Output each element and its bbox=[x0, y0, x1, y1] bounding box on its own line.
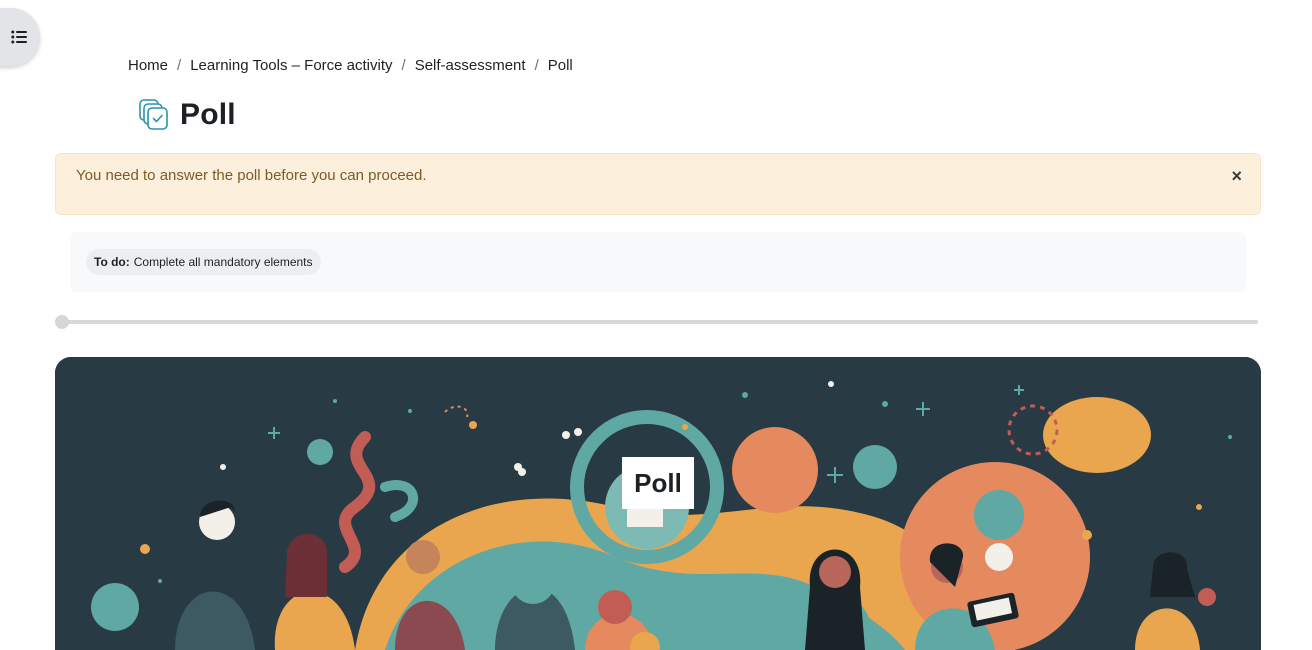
completion-text: Complete all mandatory elements bbox=[133, 255, 313, 269]
warning-alert: You need to answer the poll before you c… bbox=[55, 153, 1261, 215]
breadcrumb-separator: / bbox=[177, 56, 182, 74]
close-icon[interactable]: × bbox=[1231, 167, 1242, 185]
page-header: Poll bbox=[138, 96, 236, 134]
hero-banner: Poll bbox=[55, 357, 1261, 650]
completion-label: To do: bbox=[94, 255, 130, 269]
page-title: Poll bbox=[180, 98, 236, 131]
breadcrumb-course[interactable]: Learning Tools – Force activity bbox=[190, 57, 392, 74]
breadcrumb-current: Poll bbox=[547, 56, 573, 74]
breadcrumb-separator: / bbox=[401, 56, 406, 74]
poll-activity-icon bbox=[139, 99, 168, 130]
alert-message: You need to answer the poll before you c… bbox=[76, 167, 427, 184]
course-index-toggle[interactable] bbox=[0, 8, 40, 66]
hero-title: Poll bbox=[622, 457, 694, 509]
breadcrumb-home[interactable]: Home bbox=[128, 57, 168, 74]
breadcrumb-section[interactable]: Self-assessment bbox=[415, 57, 526, 74]
progress-track bbox=[58, 320, 1258, 324]
completion-requirements: To do: Complete all mandatory elements bbox=[70, 232, 1246, 292]
progress-handle[interactable] bbox=[55, 315, 69, 329]
breadcrumb-separator: / bbox=[534, 56, 539, 74]
completion-badge: To do: Complete all mandatory elements bbox=[86, 249, 321, 275]
breadcrumb: Home / Learning Tools – Force activity /… bbox=[128, 54, 573, 76]
list-icon bbox=[11, 30, 27, 44]
